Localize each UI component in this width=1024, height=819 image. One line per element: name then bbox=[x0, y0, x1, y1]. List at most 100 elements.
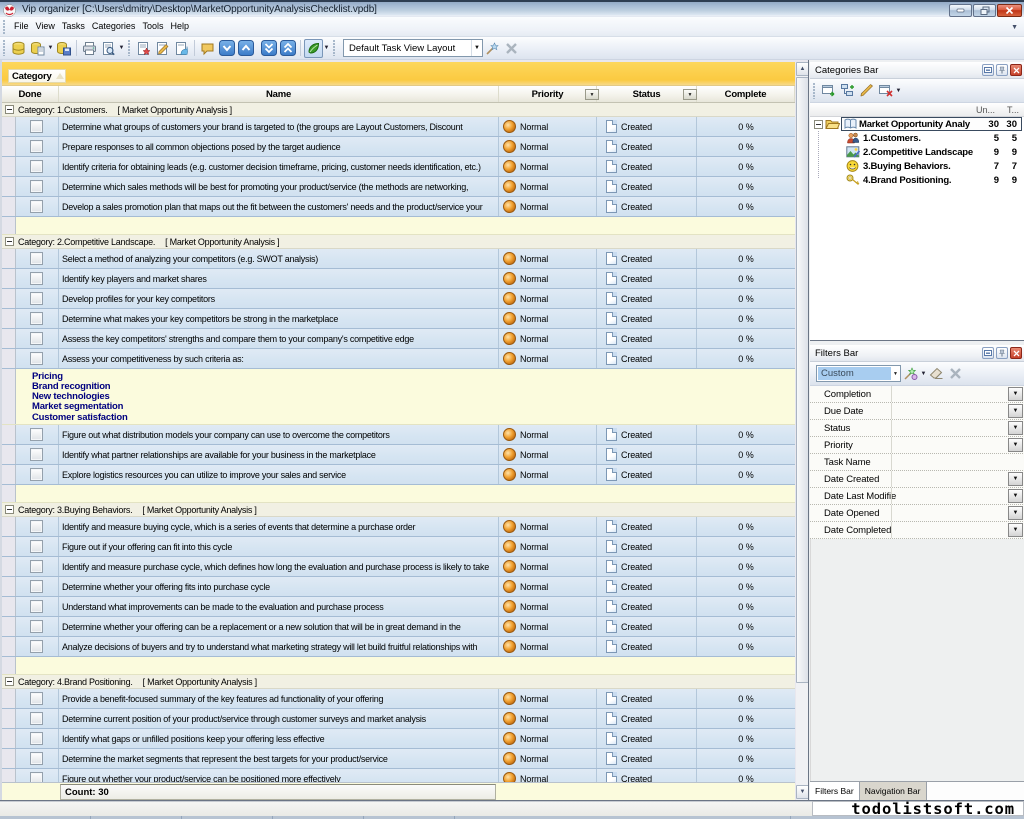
filter-row[interactable]: Date Created▼ bbox=[810, 471, 1024, 488]
task-row[interactable]: Determine which sales methods will be be… bbox=[2, 177, 795, 197]
task-row[interactable]: Select a method of analyzing your compet… bbox=[2, 249, 795, 269]
filter-row[interactable]: Date Opened▼ bbox=[810, 505, 1024, 522]
collapse-icon[interactable] bbox=[5, 505, 14, 514]
column-header-status[interactable]: Status bbox=[597, 86, 697, 102]
comment-button[interactable] bbox=[198, 39, 217, 58]
task-checkbox[interactable] bbox=[30, 600, 43, 613]
edit-category-button[interactable] bbox=[857, 81, 876, 100]
column-header-priority[interactable]: Priority bbox=[499, 86, 597, 102]
group-by-category[interactable]: Category bbox=[8, 69, 66, 83]
minimize-button[interactable] bbox=[949, 4, 972, 17]
task-tree-view-button-dropdown[interactable]: ▼ bbox=[323, 39, 330, 58]
tree-collapse-icon[interactable] bbox=[814, 120, 823, 129]
filter-dropdown-button[interactable]: ▼ bbox=[1008, 387, 1023, 401]
task-checkbox[interactable] bbox=[30, 732, 43, 745]
task-checkbox[interactable] bbox=[30, 180, 43, 193]
panel-close-button[interactable] bbox=[1010, 64, 1022, 76]
task-checkbox[interactable] bbox=[30, 312, 43, 325]
save-database-button[interactable] bbox=[54, 39, 73, 58]
new-database-button[interactable] bbox=[28, 39, 47, 58]
task-checkbox[interactable] bbox=[30, 428, 43, 441]
task-row[interactable]: Determine the market segments that repre… bbox=[2, 749, 795, 769]
filter-dropdown-button[interactable]: ▼ bbox=[1008, 404, 1023, 418]
menu-tasks[interactable]: Tasks bbox=[58, 17, 88, 37]
menu-categories[interactable]: Categories bbox=[88, 17, 139, 37]
filter-row[interactable]: Status▼ bbox=[810, 420, 1024, 437]
task-checkbox[interactable] bbox=[30, 120, 43, 133]
task-checkbox[interactable] bbox=[30, 140, 43, 153]
task-row[interactable]: Assess your competitiveness by such crit… bbox=[2, 349, 795, 369]
delete-layout-button[interactable] bbox=[502, 39, 521, 58]
task-checkbox[interactable] bbox=[30, 468, 43, 481]
filter-row[interactable]: Task Name bbox=[810, 454, 1024, 471]
filter-row[interactable]: Priority▼ bbox=[810, 437, 1024, 454]
filter-row[interactable]: Date Last Modifie▼ bbox=[810, 488, 1024, 505]
print-preview-button-dropdown[interactable]: ▼ bbox=[118, 39, 125, 58]
layout-combo-dropdown-icon[interactable]: ▼ bbox=[471, 40, 482, 56]
task-checkbox[interactable] bbox=[30, 752, 43, 765]
task-row[interactable]: Determine what groups of customers your … bbox=[2, 117, 795, 137]
task-checkbox[interactable] bbox=[30, 712, 43, 725]
apply-filter-button[interactable] bbox=[901, 364, 920, 383]
panel-close-button[interactable] bbox=[1010, 347, 1022, 359]
edit-layout-button[interactable] bbox=[483, 39, 502, 58]
delete-filter-button[interactable] bbox=[946, 364, 965, 383]
panel-hide-button[interactable] bbox=[982, 347, 994, 359]
menu-tools[interactable]: Tools bbox=[139, 17, 167, 37]
tab-navigation-bar[interactable]: Navigation Bar bbox=[860, 782, 927, 800]
column-header-name[interactable]: Name bbox=[59, 86, 499, 102]
restore-button[interactable] bbox=[973, 4, 996, 17]
edit-task-button[interactable] bbox=[153, 39, 172, 58]
category-group-row[interactable]: Category: 4.Brand Positioning.[ Market O… bbox=[2, 675, 795, 689]
task-row[interactable]: Identify and measure purchase cycle, whi… bbox=[2, 557, 795, 577]
task-row[interactable]: Identify and measure buying cycle, which… bbox=[2, 517, 795, 537]
task-checkbox[interactable] bbox=[30, 560, 43, 573]
new-task-button[interactable] bbox=[134, 39, 153, 58]
filter-row[interactable]: Completion▼ bbox=[810, 386, 1024, 403]
task-row[interactable]: Identify what partner relationships are … bbox=[2, 445, 795, 465]
task-row[interactable]: Understand what improvements can be made… bbox=[2, 597, 795, 617]
move-to-bottom-button[interactable] bbox=[259, 39, 278, 58]
duplicate-task-button[interactable] bbox=[172, 39, 191, 58]
task-checkbox[interactable] bbox=[30, 292, 43, 305]
task-checkbox[interactable] bbox=[30, 540, 43, 553]
uncompleted-column-header[interactable]: Un... bbox=[976, 105, 995, 115]
collapse-icon[interactable] bbox=[5, 237, 14, 246]
task-row[interactable]: Determine whether your offering fits int… bbox=[2, 577, 795, 597]
filter-preset-combo[interactable]: Custom▼ bbox=[816, 365, 901, 382]
tab-filters-bar[interactable]: Filters Bar bbox=[810, 782, 860, 800]
category-tree-item[interactable]: 4.Brand Positioning.99 bbox=[810, 173, 1024, 187]
task-row[interactable]: Identify what gaps or unfilled positions… bbox=[2, 729, 795, 749]
task-checkbox[interactable] bbox=[30, 272, 43, 285]
task-checkbox[interactable] bbox=[30, 252, 43, 265]
delete-category-button-dropdown[interactable]: ▼ bbox=[895, 81, 902, 100]
move-up-button[interactable] bbox=[236, 39, 255, 58]
menu-file[interactable]: File bbox=[11, 17, 33, 37]
collapse-icon[interactable] bbox=[5, 105, 14, 114]
filter-dropdown-button[interactable]: ▼ bbox=[1008, 421, 1023, 435]
task-row[interactable]: Figure out if your offering can fit into… bbox=[2, 537, 795, 557]
column-header-done[interactable]: Done bbox=[2, 86, 59, 102]
task-checkbox[interactable] bbox=[30, 160, 43, 173]
category-group-row[interactable]: Category: 2.Competitive Landscape.[ Mark… bbox=[2, 235, 795, 249]
task-checkbox[interactable] bbox=[30, 692, 43, 705]
filter-preset-dropdown-icon[interactable]: ▼ bbox=[891, 371, 900, 377]
clear-filter-button[interactable] bbox=[927, 364, 946, 383]
total-column-header[interactable]: T... bbox=[1007, 105, 1019, 115]
collapse-icon[interactable] bbox=[5, 677, 14, 686]
panel-pin-button[interactable] bbox=[996, 347, 1008, 359]
task-row[interactable]: Develop a sales promotion plan that maps… bbox=[2, 197, 795, 217]
menu-help[interactable]: Help bbox=[167, 17, 193, 37]
panel-hide-button[interactable] bbox=[982, 64, 994, 76]
new-database-button-dropdown[interactable]: ▼ bbox=[47, 39, 54, 58]
open-database-button[interactable] bbox=[9, 39, 28, 58]
task-checkbox[interactable] bbox=[30, 200, 43, 213]
task-checkbox[interactable] bbox=[30, 620, 43, 633]
task-row[interactable]: Determine what makes your key competitor… bbox=[2, 309, 795, 329]
task-checkbox[interactable] bbox=[30, 640, 43, 653]
task-row[interactable]: Identify key players and market sharesNo… bbox=[2, 269, 795, 289]
filter-dropdown-button[interactable]: ▼ bbox=[1008, 523, 1023, 537]
move-to-top-button[interactable] bbox=[278, 39, 297, 58]
category-group-row[interactable]: Category: 1.Customers.[ Market Opportuni… bbox=[2, 103, 795, 117]
filter-dropdown-button[interactable]: ▼ bbox=[1008, 506, 1023, 520]
